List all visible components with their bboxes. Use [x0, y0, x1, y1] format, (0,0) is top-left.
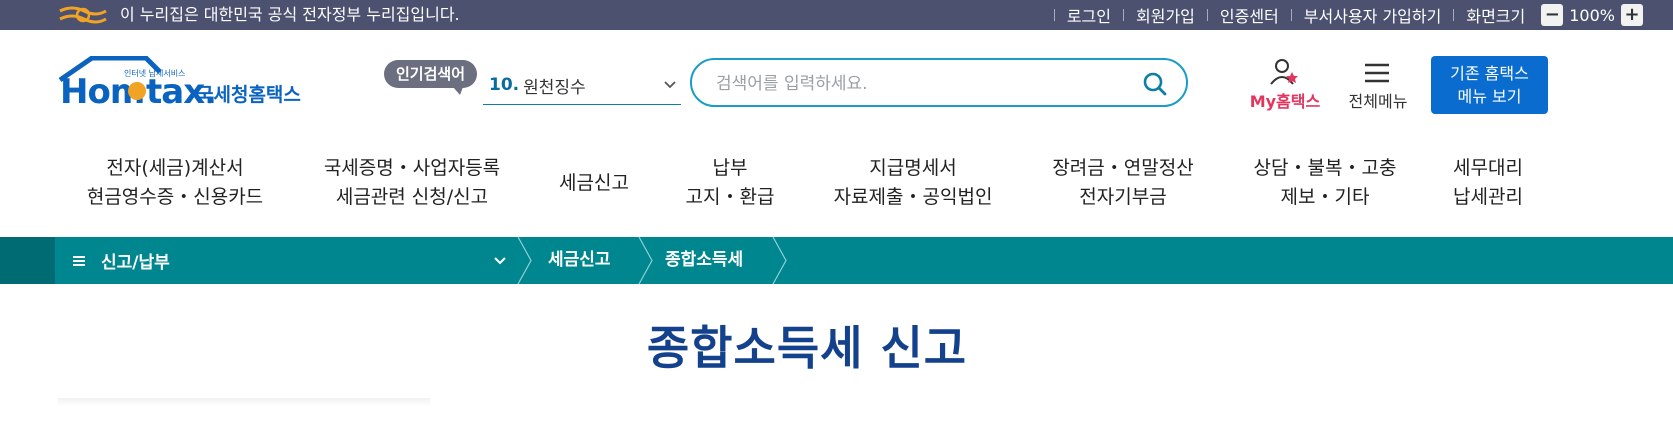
breadcrumb-item-income-tax[interactable]: 종합소득세 [665, 237, 743, 284]
popular-keywords-badge: 인기검색어 [384, 60, 478, 95]
login-link[interactable]: 로그인 [1067, 3, 1111, 27]
logo-wordmark-e [128, 82, 146, 100]
all-menu-button[interactable]: 전체메뉴 [1340, 58, 1416, 112]
breadcrumb-menu-dropdown[interactable]: 신고/납부 [55, 237, 525, 284]
legacy-menu-line1: 기존 홈택스 [1450, 64, 1529, 83]
gov-notice-text: 이 누리집은 대한민국 공식 전자정부 누리집입니다. [120, 5, 460, 24]
chevron-down-icon [494, 257, 506, 265]
gnb-item-consultation[interactable]: 상담・불복・고충 제보・기타 [1246, 148, 1404, 218]
breadcrumb-menu-label: 신고/납부 [101, 253, 170, 273]
gnb-item-payment-statement[interactable]: 지급명세서 자료제출・공익법인 [828, 148, 998, 218]
zoom-level: 100% [1569, 5, 1615, 25]
content-panel-edge [58, 398, 430, 406]
gnb-item-tax-agent[interactable]: 세무대리 납세관리 [1446, 148, 1530, 218]
breadcrumb: 신고/납부 세금신고 종합소득세 [0, 237, 1673, 284]
government-emblem-icon [59, 6, 107, 24]
certificate-center-link[interactable]: 인증센터 [1220, 3, 1279, 27]
breadcrumb-separator-icon [638, 237, 653, 284]
global-navigation: 전자(세금)계산서 현금영수증・신용카드 국세증명・사업자등록 세금관련 신청/… [0, 148, 1673, 218]
breadcrumb-separator-icon [517, 237, 532, 284]
zoom-out-button[interactable]: − [1541, 4, 1564, 26]
utility-menu: 로그인 회원가입 인증센터 부서사용자 가입하기 화면크기 − 100% + [1042, 0, 1673, 30]
search-input[interactable] [714, 70, 1118, 98]
breadcrumb-separator-icon [772, 237, 787, 284]
breadcrumb-item-tax-filing[interactable]: 세금신고 [548, 237, 611, 284]
popular-keyword-select[interactable]: 10. 원천징수 [483, 66, 681, 105]
page-title: 종합소득세 신고 [646, 321, 968, 375]
search-box [690, 58, 1188, 107]
search-icon[interactable] [1142, 71, 1168, 97]
my-hometax-label: My홈택스 [1249, 92, 1321, 111]
gnb-item-incentive-year-end[interactable]: 장려금・연말정산 전자기부금 [1046, 148, 1200, 218]
popular-keyword-rank: 10. [489, 75, 520, 95]
gnb-item-payment[interactable]: 납부 고지・환급 [680, 148, 780, 218]
gnb-item-e-invoice[interactable]: 전자(세금)계산서 현금영수증・신용카드 [82, 148, 268, 218]
zoom-in-button[interactable]: + [1621, 4, 1643, 26]
screen-size-label: 화면크기 [1466, 7, 1526, 26]
list-icon [73, 255, 85, 266]
logo-korean-name: 국세청홈택스 [196, 84, 301, 106]
chevron-down-icon [664, 81, 676, 89]
popular-keyword-text: 원천징수 [523, 77, 586, 98]
gnb-item-certificate-registration[interactable]: 국세증명・사업자등록 세금관련 신청/신고 [318, 148, 506, 218]
my-hometax-button[interactable]: My홈택스 [1240, 58, 1330, 112]
dept-user-signup-link[interactable]: 부서사용자 가입하기 [1304, 3, 1442, 27]
hometax-logo[interactable]: 인터넷 납세서비스 Hom tax. 국세청홈택스 [58, 56, 318, 118]
hamburger-menu-icon [1365, 63, 1389, 83]
legacy-menu-line2: 메뉴 보기 [1457, 87, 1522, 106]
gnb-item-tax-filing[interactable]: 세금신고 [554, 148, 634, 218]
signup-link[interactable]: 회원가입 [1136, 3, 1195, 27]
all-menu-label: 전체메뉴 [1348, 92, 1408, 111]
legacy-menu-button[interactable]: 기존 홈택스 메뉴 보기 [1431, 56, 1548, 114]
user-icon [1270, 59, 1298, 85]
gov-notice-bar: 이 누리집은 대한민국 공식 전자정부 누리집입니다. 로그인 회원가입 인증센… [0, 0, 1673, 30]
